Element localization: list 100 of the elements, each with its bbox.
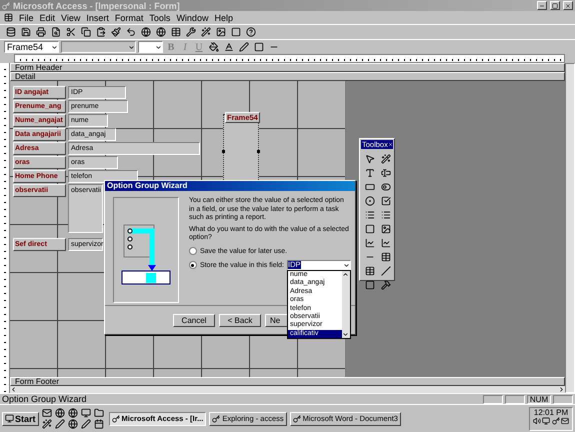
resize-handle — [257, 150, 260, 153]
menu-item[interactable]: Tools — [149, 12, 170, 22]
quick-launch-icon[interactable] — [80, 408, 91, 418]
menu-item[interactable]: Edit — [40, 12, 56, 22]
menu-item[interactable]: Help — [214, 12, 233, 22]
size-dropdown[interactable] — [138, 41, 163, 53]
toolbox-icon — [186, 27, 196, 37]
key-icon — [292, 414, 301, 422]
subform-tool[interactable] — [379, 250, 392, 263]
menu-item[interactable]: Window — [176, 12, 208, 22]
quick-launch-icon[interactable] — [80, 419, 91, 429]
command-button-tool[interactable] — [363, 222, 376, 235]
minimize-button[interactable] — [537, 1, 547, 10]
menu-item[interactable]: File — [19, 12, 34, 22]
dialog-button[interactable]: < Back — [219, 314, 261, 327]
menu-item[interactable]: Insert — [86, 12, 109, 22]
scroll-right-icon[interactable] — [558, 386, 565, 393]
fill-color-button[interactable] — [207, 40, 220, 54]
radio-button[interactable] — [188, 247, 197, 255]
save-icon — [20, 27, 30, 37]
tray-icon[interactable] — [542, 416, 550, 424]
key-icon — [2, 2, 10, 10]
minimize-icon — [539, 2, 545, 8]
border-button[interactable] — [252, 40, 265, 54]
font-dropdown[interactable] — [61, 41, 136, 53]
checkbox-tool[interactable] — [379, 194, 392, 207]
image-tool[interactable] — [379, 222, 392, 235]
quick-launch-icon[interactable] — [94, 408, 104, 418]
undo-button[interactable] — [124, 26, 137, 38]
clock: 12:01 PM — [534, 408, 568, 416]
unbound-object-tool[interactable] — [363, 236, 376, 249]
toolbox-button[interactable] — [184, 26, 197, 38]
status-pane — [553, 394, 573, 404]
caret-icon — [51, 44, 58, 50]
field-list-button[interactable] — [169, 26, 182, 38]
option-button-tool[interactable] — [363, 194, 376, 207]
key-icon — [212, 414, 220, 422]
picture-button[interactable] — [214, 26, 227, 38]
radio-button[interactable] — [188, 261, 197, 269]
object-dropdown[interactable]: Frame54 — [4, 41, 59, 53]
more-controls-tool[interactable] — [379, 278, 392, 291]
resize-handle — [222, 150, 225, 153]
tray-icon[interactable] — [533, 416, 541, 424]
globe-button[interactable] — [139, 26, 152, 38]
quick-launch-icon[interactable] — [54, 408, 65, 418]
caret-icon — [128, 44, 135, 50]
quick-launch-icon[interactable] — [68, 419, 78, 429]
wand-button[interactable] — [199, 26, 212, 38]
close-button[interactable] — [563, 1, 573, 10]
copy-icon — [80, 27, 90, 37]
quick-launch-icon[interactable] — [42, 408, 52, 418]
status-text: Option Group Wizard — [2, 394, 88, 404]
pen-icon — [238, 42, 248, 52]
wand-tool[interactable] — [379, 152, 392, 165]
caret-icon — [343, 262, 350, 268]
caret-icon — [155, 44, 162, 50]
line-tool[interactable] — [379, 264, 392, 277]
scroll-up-icon[interactable] — [342, 271, 349, 278]
tray-icon[interactable] — [561, 416, 569, 424]
globe-button[interactable] — [154, 26, 167, 38]
print-button[interactable] — [34, 26, 47, 38]
rectangle-tool[interactable] — [363, 278, 376, 291]
rectangle-icon — [364, 280, 374, 290]
save-button[interactable] — [19, 26, 32, 38]
globe-icon — [156, 27, 166, 37]
quick-launch-icon[interactable] — [68, 408, 78, 418]
scroll-down-icon[interactable] — [342, 331, 349, 338]
status-pane — [483, 394, 503, 404]
image-icon — [380, 224, 390, 234]
properties-button[interactable] — [229, 26, 242, 38]
undo-icon — [126, 27, 136, 37]
line-color-button[interactable] — [237, 40, 250, 54]
close-icon[interactable] — [388, 141, 393, 148]
bound-object-tool[interactable] — [379, 236, 392, 249]
dialog-button[interactable]: Cancel — [173, 314, 215, 327]
picture-icon — [216, 27, 226, 37]
start-button[interactable]: Start — [2, 412, 39, 426]
quick-launch-icon[interactable] — [94, 419, 104, 429]
cut-button[interactable] — [64, 26, 77, 38]
format-painter-button[interactable] — [109, 26, 122, 38]
maximize-button[interactable] — [550, 1, 560, 10]
form-view-button[interactable] — [4, 26, 17, 38]
tray-icon[interactable] — [552, 416, 560, 424]
monitor-icon — [5, 414, 14, 423]
menu-item[interactable]: View — [61, 12, 80, 22]
line-icon — [380, 266, 390, 276]
help-icon — [246, 27, 256, 37]
paint-bucket-icon — [208, 42, 218, 52]
quick-launch-icon[interactable] — [42, 419, 52, 429]
print-preview-icon — [50, 27, 60, 37]
letter-icon — [224, 42, 234, 52]
scroll-left-icon[interactable] — [10, 386, 17, 393]
quick-launch-icon[interactable] — [54, 419, 65, 429]
tab-control-tool[interactable] — [363, 264, 376, 277]
menu-item[interactable]: Format — [114, 12, 144, 22]
help-button[interactable] — [244, 26, 257, 38]
copy-button[interactable] — [79, 26, 92, 38]
status-pane — [505, 394, 525, 404]
wand-icon — [200, 27, 210, 37]
print-icon — [36, 27, 46, 37]
